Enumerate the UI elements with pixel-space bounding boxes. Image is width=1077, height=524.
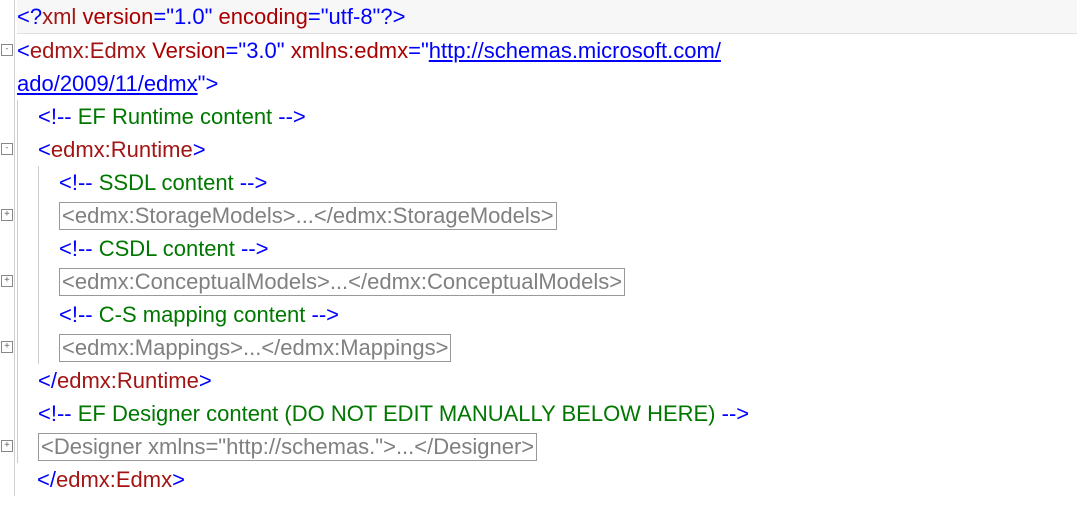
collapsed-region[interactable]: <edmx:ConceptualModels>...</edmx:Concept… (59, 268, 625, 296)
storage-models-collapsed: <edmx:StorageModels>...</edmx:StorageMod… (17, 199, 1077, 232)
collapsed-region[interactable]: <edmx:Mappings>...</edmx:Mappings> (59, 334, 451, 362)
comment-csdl: <!-- CSDL content --> (17, 232, 1077, 265)
folding-gutter: - - + + + + (0, 0, 15, 496)
fold-toggle-designer[interactable]: + (1, 440, 13, 452)
mappings-collapsed: <edmx:Mappings>...</edmx:Mappings> (17, 331, 1077, 364)
schema-url-link-2[interactable]: ado/2009/11/edmx (17, 71, 198, 96)
fold-toggle-edmx[interactable]: - (1, 44, 13, 56)
xml-editor: - - + + + + <?xml version="1.0" encoding… (0, 0, 1077, 496)
conceptual-models-collapsed: <edmx:ConceptualModels>...</edmx:Concept… (17, 265, 1077, 298)
designer-collapsed: <Designer xmlns="http://schemas.">...</D… (17, 430, 1077, 463)
fold-toggle-mappings[interactable]: + (1, 341, 13, 353)
xml-declaration-line: <?xml version="1.0" encoding="utf-8"?> (17, 0, 1077, 34)
schema-url-link[interactable]: http://schemas.microsoft.com/ (429, 38, 721, 63)
code-lines[interactable]: <?xml version="1.0" encoding="utf-8"?> <… (15, 0, 1077, 496)
edmx-close-line: </edmx:Edmx> (17, 463, 1077, 496)
comment-csmapping: <!-- C-S mapping content --> (17, 298, 1077, 331)
fold-toggle-runtime[interactable]: - (1, 143, 13, 155)
comment-ssdl: <!-- SSDL content --> (17, 166, 1077, 199)
comment-ef-runtime: <!-- EF Runtime content --> (17, 100, 1077, 133)
collapsed-region[interactable]: <Designer xmlns="http://schemas.">...</D… (38, 433, 537, 461)
comment-ef-designer: <!-- EF Designer content (DO NOT EDIT MA… (17, 397, 1077, 430)
runtime-open-line: <edmx:Runtime> (17, 133, 1077, 166)
edmx-open-line: <edmx:Edmx Version="3.0" xmlns:edmx="htt… (17, 34, 1077, 67)
fold-toggle-storage[interactable]: + (1, 209, 13, 221)
edmx-open-line-2: ado/2009/11/edmx"> (17, 67, 1077, 100)
fold-toggle-conceptual[interactable]: + (1, 275, 13, 287)
collapsed-region[interactable]: <edmx:StorageModels>...</edmx:StorageMod… (59, 202, 557, 230)
runtime-close-line: </edmx:Runtime> (17, 364, 1077, 397)
